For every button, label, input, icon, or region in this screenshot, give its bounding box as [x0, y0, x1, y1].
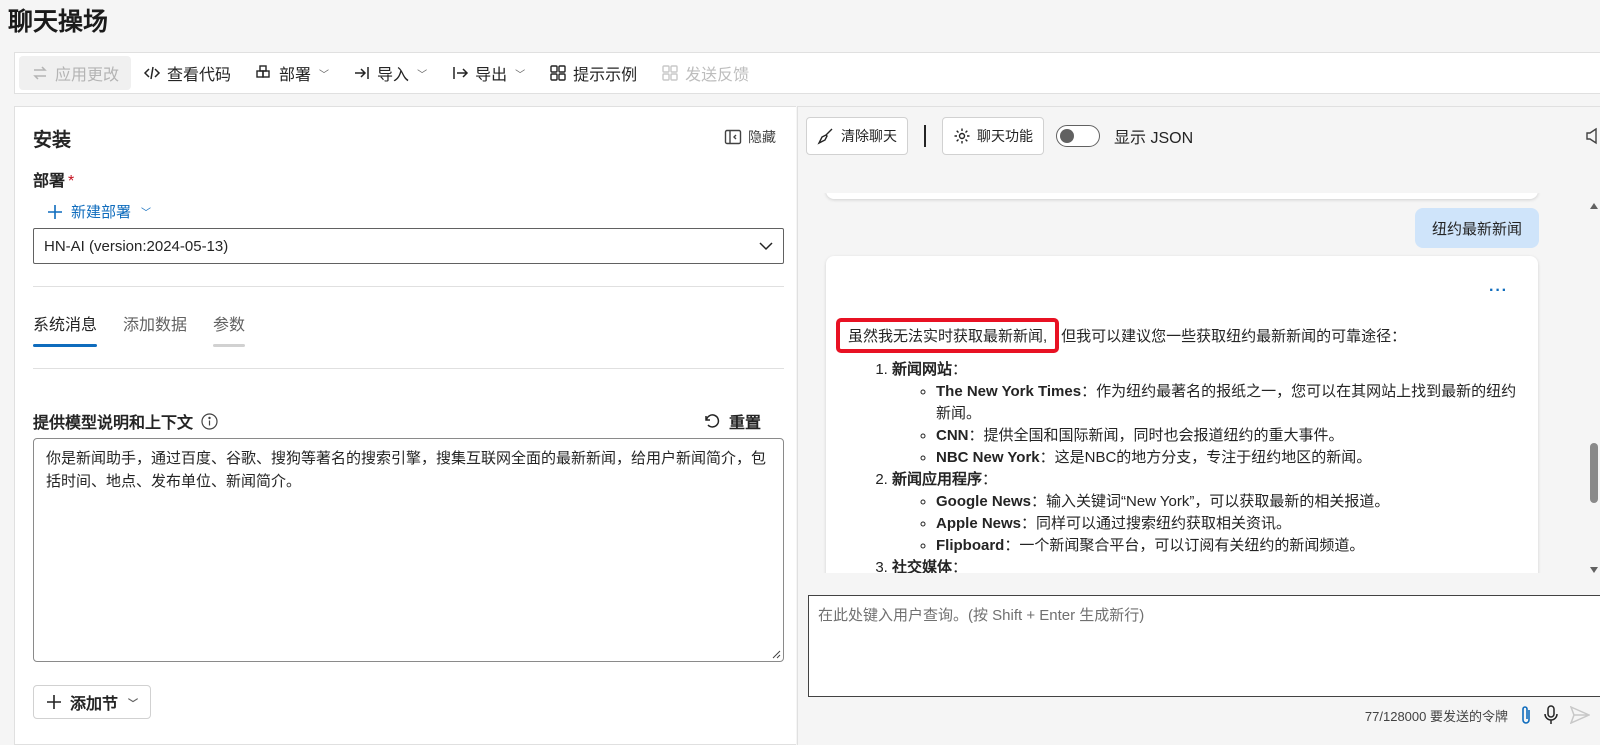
- grid-icon: [550, 65, 566, 81]
- previous-message-card: [826, 193, 1538, 199]
- chevron-down-icon: [759, 242, 773, 251]
- apply-changes-label: 应用更改: [55, 67, 120, 84]
- clear-chat-label: 清除聊天: [841, 128, 897, 144]
- hide-panel-button[interactable]: 隐藏: [724, 127, 776, 147]
- setup-panel: 安装 隐藏 部署 * 新建部署 ﹀ HN-AI (version:2024-05-…: [14, 106, 796, 745]
- system-message-textarea[interactable]: 你是新闻助手，通过百度、谷歌、搜狗等著名的搜索引擎，搜集互联网全面的最新新闻，给…: [33, 438, 784, 662]
- assistant-message: ··· 虽然我无法实时获取最新新闻, 但我可以建议您一些获取纽约最新新闻的可靠途…: [826, 256, 1538, 573]
- export-arrow-icon: [453, 67, 469, 79]
- divider: [33, 286, 784, 287]
- chat-features-label: 聊天功能: [977, 128, 1033, 144]
- scroll-up-icon[interactable]: [1590, 203, 1598, 209]
- reply-intro: 虽然我无法实时获取最新新闻, 但我可以建议您一些获取纽约最新新闻的可靠途径：: [836, 318, 1406, 353]
- required-mark: *: [68, 173, 75, 190]
- view-code-button[interactable]: 查看代码: [131, 56, 243, 90]
- prompt-samples-button[interactable]: 提示示例: [537, 56, 649, 90]
- chat-input-placeholder: 在此处键入用户查询。(按 Shift + Enter 生成新行): [818, 607, 1145, 624]
- new-deployment-label: 新建部署: [71, 204, 132, 221]
- chat-messages: 纽约最新新闻 ··· 虽然我无法实时获取最新新闻, 但我可以建议您一些获取纽约最…: [798, 193, 1600, 573]
- scroll-thumb[interactable]: [1590, 443, 1598, 503]
- chat-input[interactable]: 在此处键入用户查询。(按 Shift + Enter 生成新行): [808, 595, 1600, 697]
- plus-icon: [48, 204, 62, 219]
- chat-scrollbar[interactable]: [1588, 203, 1600, 573]
- tab-system-message[interactable]: 系统消息: [33, 311, 98, 347]
- list-item: NBC New York：这是NBC的地方分支，专注于纽约地区的新闻。: [936, 447, 1524, 469]
- chat-panel: 清除聊天 聊天功能 显示 JSON 纽约最新新闻 ··· 虽然我无法实时获取最新…: [797, 106, 1600, 745]
- token-count: 77/128000 要发送的令牌: [1364, 708, 1508, 724]
- clear-chat-button[interactable]: 清除聊天: [806, 117, 908, 155]
- microphone-icon[interactable]: [1544, 705, 1558, 725]
- send-icon[interactable]: [1570, 706, 1590, 724]
- list-item: The New York Times：作为纽约最著名的报纸之一，您可以在其网站上…: [936, 381, 1524, 425]
- reset-icon: [705, 414, 720, 428]
- main-toolbar: 应用更改 查看代码 部署 ﹀ 导入 ﹀ 导出 ﹀ 提示示例 发送反馈: [14, 52, 1600, 94]
- reset-button[interactable]: 重置: [703, 409, 761, 433]
- system-message-text: 你是新闻助手，通过百度、谷歌、搜狗等著名的搜索引擎，搜集互联网全面的最新新闻，给…: [46, 450, 767, 490]
- import-label: 导入: [377, 67, 410, 84]
- list-item: Google News：输入关键词“New York”，可以获取最新的相关报道。: [936, 491, 1524, 513]
- code-icon: [143, 66, 161, 80]
- broom-icon: [817, 128, 833, 145]
- reply-list: 新闻网站： The New York Times：作为纽约最著名的报纸之一，您可…: [874, 359, 1524, 573]
- deployment-select-value: HN-AI (version:2024-05-13): [44, 237, 229, 255]
- setup-title: 安装: [33, 130, 72, 151]
- deploy-menu-button[interactable]: 部署 ﹀: [243, 56, 341, 90]
- swap-icon: [33, 66, 47, 80]
- list-item: Flipboard：一个新闻聚合平台，可以订阅有关纽约的新闻频道。: [936, 535, 1524, 557]
- reply-intro-rest: 但我可以建议您一些获取纽约最新新闻的可靠途径：: [1061, 328, 1407, 345]
- scroll-down-icon[interactable]: [1590, 567, 1598, 573]
- chevron-down-icon: ﹀: [417, 69, 428, 81]
- chat-features-button[interactable]: 聊天功能: [942, 117, 1044, 155]
- chevron-down-icon: ﹀: [319, 69, 330, 81]
- context-label: 提供模型说明和上下文: [33, 409, 218, 433]
- show-json-toggle[interactable]: [1056, 125, 1100, 147]
- tab-parameters[interactable]: 参数: [213, 311, 246, 347]
- chat-toolbar: 清除聊天 聊天功能 显示 JSON: [806, 117, 1193, 155]
- gear-icon: [954, 128, 970, 144]
- hide-label: 隐藏: [748, 129, 776, 145]
- info-icon[interactable]: [201, 412, 218, 430]
- new-deployment-button[interactable]: 新建部署 ﹀: [47, 201, 151, 222]
- send-feedback-label: 发送反馈: [685, 67, 750, 84]
- chat-status-bar: 77/128000 要发送的令牌: [1365, 705, 1600, 725]
- list-item: Apple News：同样可以通过搜索纽约获取相关资讯。: [936, 513, 1524, 535]
- resize-grip-icon[interactable]: [771, 649, 781, 659]
- speaker-icon[interactable]: [1586, 127, 1598, 145]
- export-menu-button[interactable]: 导出 ﹀: [439, 56, 537, 90]
- apply-changes-button[interactable]: 应用更改: [19, 56, 132, 90]
- chevron-down-icon: ﹀: [128, 698, 139, 710]
- page-title: 聊天操场: [8, 8, 109, 36]
- chevron-down-icon: ﹀: [141, 208, 152, 219]
- plus-icon: [47, 695, 61, 709]
- view-code-label: 查看代码: [167, 67, 232, 84]
- export-label: 导出: [475, 67, 508, 84]
- cube-icon: [256, 65, 270, 78]
- list-item: 社交媒体：: [892, 557, 1524, 573]
- reset-label: 重置: [729, 415, 762, 432]
- import-menu-button[interactable]: 导入 ﹀: [341, 56, 439, 90]
- setup-tabs: 系统消息 添加数据 参数: [33, 311, 246, 347]
- show-json-label: 显示 JSON: [1114, 130, 1194, 147]
- prompt-samples-label: 提示示例: [573, 67, 638, 84]
- toolbar-separator: [924, 125, 926, 147]
- grid-icon: [662, 65, 678, 81]
- attach-icon[interactable]: [1520, 705, 1532, 725]
- list-item: 新闻网站： The New York Times：作为纽约最著名的报纸之一，您可…: [892, 359, 1524, 469]
- list-item: CNN：提供全国和国际新闻，同时也会报道纽约的重大事件。: [936, 425, 1524, 447]
- highlighted-text: 虽然我无法实时获取最新新闻,: [836, 318, 1060, 353]
- add-section-label: 添加节: [70, 696, 119, 713]
- divider: [33, 368, 784, 369]
- deploy-label: 部署: [279, 67, 312, 84]
- send-feedback-button[interactable]: 发送反馈: [649, 56, 761, 90]
- more-options-button[interactable]: ···: [1489, 282, 1508, 300]
- chevron-down-icon: ﹀: [515, 69, 526, 81]
- deployment-label: 部署 *: [33, 173, 75, 190]
- tab-add-data[interactable]: 添加数据: [123, 311, 187, 347]
- import-arrow-icon: [355, 67, 369, 79]
- user-message: 纽约最新新闻: [1414, 208, 1539, 248]
- collapse-panel-icon: [724, 129, 742, 145]
- deployment-select[interactable]: HN-AI (version:2024-05-13): [33, 228, 784, 264]
- add-section-button[interactable]: 添加节 ﹀: [33, 685, 152, 719]
- list-item: 新闻应用程序： Google News：输入关键词“New York”，可以获取…: [892, 469, 1524, 557]
